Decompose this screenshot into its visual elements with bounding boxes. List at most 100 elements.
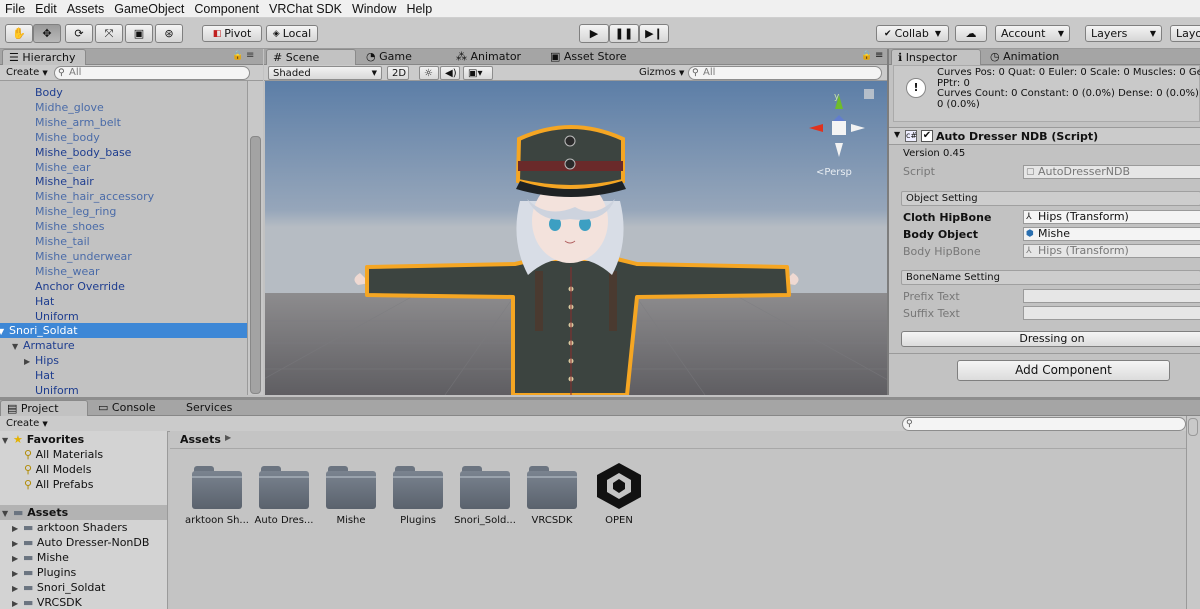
folder-icon[interactable] [192, 466, 242, 510]
hierarchy-row[interactable]: Mishe_hair_accessory [0, 189, 247, 204]
folder-icon[interactable] [326, 466, 376, 510]
tab-game[interactable]: ◔ Game [360, 49, 418, 65]
scene-menu-icon[interactable] [864, 89, 874, 99]
pivot-toggle[interactable]: ◧ Pivot [202, 25, 262, 42]
foldout-arrow-icon[interactable]: ▶ [12, 551, 23, 566]
hierarchy-row[interactable]: Mishe_ear [0, 160, 247, 175]
account-dropdown[interactable]: Account ▼ [995, 25, 1070, 42]
menu-icon[interactable]: ≡ [246, 50, 254, 61]
tab-asset-store[interactable]: ▣ Asset Store [544, 49, 633, 65]
menu-window[interactable]: Window [347, 0, 401, 18]
hierarchy-row[interactable]: Mishe_hair [0, 174, 247, 189]
favorite-item[interactable]: ⚲ All Materials [24, 447, 103, 462]
scene-search-input[interactable]: ⚲ All [688, 66, 882, 80]
hierarchy-create-button[interactable]: Create ▼ [2, 66, 52, 80]
prefix-input[interactable] [1023, 289, 1200, 303]
tab-animator[interactable]: ⁂ Animator [450, 49, 527, 65]
hierarchy-row[interactable]: Mishe_shoes [0, 219, 247, 234]
hierarchy-row[interactable]: Body [0, 85, 247, 100]
menu-component[interactable]: Component [189, 0, 264, 18]
enabled-checkbox[interactable]: ✔ [921, 130, 933, 142]
favorites-row[interactable]: ▼ ★ Favorites [2, 432, 84, 447]
foldout-arrow-icon[interactable]: ▼ [894, 130, 900, 139]
menu-assets[interactable]: Assets [62, 0, 110, 18]
foldout-arrow-icon[interactable]: ▼ [12, 339, 23, 354]
hierarchy-row[interactable]: Anchor Override [0, 279, 247, 294]
transform-tool-icon[interactable]: ⊛ [155, 24, 183, 43]
tab-animation[interactable]: ◷ Animation [984, 49, 1065, 65]
cloud-button[interactable]: ☁ [955, 25, 987, 42]
breadcrumb-assets[interactable]: Assets [180, 433, 221, 446]
layout-dropdown[interactable]: Layo [1170, 25, 1200, 42]
hierarchy-row[interactable]: ▼ Armature [0, 338, 247, 353]
hierarchy-row[interactable]: Hat [0, 368, 247, 383]
scrollbar-thumb[interactable] [250, 136, 261, 394]
hierarchy-row[interactable]: Uniform [0, 309, 247, 324]
scrollbar-thumb[interactable] [1188, 418, 1198, 436]
tab-inspector[interactable]: ℹ Inspector [891, 49, 981, 65]
project-create-button[interactable]: Create ▼ [2, 417, 52, 431]
hierarchy-row[interactable]: Mishe_wear [0, 264, 247, 279]
collab-dropdown[interactable]: ✔ Collab ▼ [876, 25, 949, 42]
hierarchy-scrollbar[interactable] [247, 81, 263, 395]
audio-toggle-icon[interactable]: ◀) [440, 66, 460, 80]
foldout-arrow-icon[interactable]: ▶ [12, 581, 23, 596]
hierarchy-row[interactable]: Mishe_underwear [0, 249, 247, 264]
hierarchy-row[interactable]: Mishe_body [0, 130, 247, 145]
tab-services[interactable]: Services [180, 400, 238, 416]
unity-logo-icon[interactable] [593, 459, 645, 511]
asset-tree-item[interactable]: ▶ ▬ Mishe [12, 550, 69, 565]
hierarchy-row[interactable]: Midhe_glove [0, 100, 247, 115]
foldout-arrow-icon[interactable]: ▶ [24, 354, 35, 369]
lock-icon[interactable]: 🔒 [861, 51, 872, 61]
menu-help[interactable]: Help [401, 0, 437, 18]
menu-gameobject[interactable]: GameObject [109, 0, 189, 18]
add-component-button[interactable]: Add Component [957, 360, 1170, 381]
move-tool-icon[interactable]: ✥ [33, 24, 61, 43]
body-object-field[interactable]: ⬢ Mishe [1023, 227, 1200, 241]
tab-project[interactable]: ▤ Project [0, 400, 88, 416]
hierarchy-row[interactable]: Mishe_tail [0, 234, 247, 249]
favorite-item[interactable]: ⚲ All Models [24, 462, 91, 477]
menu-icon[interactable]: ≡ [875, 50, 883, 61]
toggle-2d-button[interactable]: 2D [387, 66, 409, 80]
gizmos-dropdown[interactable]: Gizmos ▼ [635, 66, 684, 80]
layers-dropdown[interactable]: Layers ▼ [1085, 25, 1162, 42]
folder-icon[interactable] [460, 466, 510, 510]
local-toggle[interactable]: ◈ Local [266, 25, 318, 42]
tab-console[interactable]: ▭ Console [92, 400, 162, 416]
hierarchy-row[interactable]: Mishe_leg_ring [0, 204, 247, 219]
scale-tool-icon[interactable]: ⤧ [95, 24, 123, 43]
assets-root-row[interactable]: ▼ ▬ Assets [0, 505, 167, 520]
favorite-item[interactable]: ⚲ All Prefabs [24, 477, 94, 492]
folder-icon[interactable] [527, 466, 577, 510]
foldout-arrow-icon[interactable]: ▶ [12, 536, 23, 551]
hierarchy-row[interactable]: Uniform [0, 383, 247, 395]
lock-icon[interactable]: 🔒 [232, 51, 243, 61]
hierarchy-row[interactable]: ▶ Hips [0, 353, 247, 368]
pause-button[interactable]: ❚❚ [609, 24, 639, 43]
shading-dropdown[interactable]: Shaded ▼ [268, 66, 382, 80]
dressing-on-button[interactable]: Dressing on [901, 331, 1200, 347]
rect-tool-icon[interactable]: ▣ [125, 24, 153, 43]
rotate-tool-icon[interactable]: ⟳ [65, 24, 93, 43]
component-header[interactable]: ▼ c# ✔ Auto Dresser NDB (Script) [889, 127, 1200, 145]
hierarchy-row[interactable]: ▼ Snori_Soldat [0, 323, 247, 339]
folder-icon[interactable] [259, 466, 309, 510]
persp-label[interactable]: <Persp [816, 167, 852, 178]
suffix-input[interactable] [1023, 306, 1200, 320]
asset-tree-item[interactable]: ▶ ▬ VRCSDK [12, 595, 82, 609]
hierarchy-row[interactable]: Hat [0, 294, 247, 309]
foldout-arrow-icon[interactable]: ▶ [12, 596, 23, 609]
hierarchy-search-input[interactable]: ⚲ All [54, 66, 250, 80]
asset-tree-item[interactable]: ▶ ▬ arktoon Shaders [12, 520, 127, 535]
scene-view[interactable]: y <Persp [265, 81, 887, 395]
asset-tree-item[interactable]: ▶ ▬ Plugins [12, 565, 76, 580]
step-button[interactable]: ▶❙ [639, 24, 669, 43]
hierarchy-row[interactable]: Mishe_arm_belt [0, 115, 247, 130]
foldout-arrow-icon[interactable]: ▶ [12, 566, 23, 581]
hand-tool-icon[interactable]: ✋ [5, 24, 33, 43]
hierarchy-row[interactable]: Mishe_body_base [0, 145, 247, 160]
play-button[interactable]: ▶ [579, 24, 609, 43]
cloth-hipbone-field[interactable]: ⅄ Hips (Transform) [1023, 210, 1200, 224]
